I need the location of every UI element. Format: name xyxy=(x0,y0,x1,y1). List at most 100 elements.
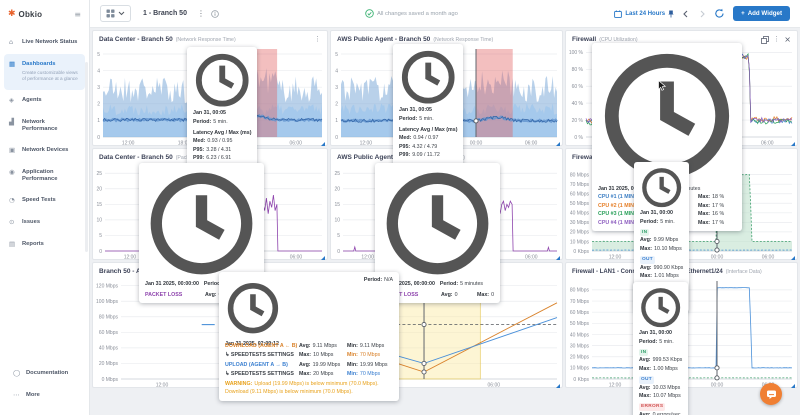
x-tick-label: 12:00 xyxy=(124,255,137,261)
y-tick-label: 60 Mbps xyxy=(570,310,590,316)
dashboard-menu-icon[interactable]: ⋮ xyxy=(197,9,205,18)
x-tick-label: 06:00 xyxy=(525,255,538,261)
refresh-button[interactable] xyxy=(714,8,725,19)
tooltip-label: Period: xyxy=(193,118,212,125)
tooltip-value: 70 Mbps xyxy=(359,351,381,358)
info-icon[interactable] xyxy=(211,9,219,18)
close-widget-icon[interactable]: × xyxy=(784,35,791,44)
chart-tooltip: Jan 31 2025, 02:09:12 Period: N/A DOWNLOAD… xyxy=(219,272,399,401)
restore-widget-icon[interactable] xyxy=(761,35,770,44)
dashboard-title: 1 - Branch 50 xyxy=(143,10,187,17)
resize-handle[interactable] xyxy=(791,384,795,388)
sidebar-item-documentation[interactable]: ◯ Documentation xyxy=(8,363,81,385)
y-tick-label: 10 xyxy=(334,218,340,224)
y-tick-label: 40 Mbps xyxy=(570,211,590,217)
tooltip-label: Med: xyxy=(193,138,206,145)
tooltip-value: 5 minutes xyxy=(460,281,484,288)
tooltip-label: Max: xyxy=(299,351,312,358)
sidebar-scrollbar[interactable] xyxy=(85,62,88,252)
sidebar-item-more[interactable]: ⋯ More xyxy=(8,385,81,407)
tooltip-label: Min: xyxy=(347,351,358,358)
widget-subtitle: (Network Response Time) xyxy=(175,36,236,43)
sidebar-item-network-devices[interactable]: ▣ Network Devices xyxy=(4,140,85,162)
sidebar-item-issues[interactable]: ⊙ Issues xyxy=(4,212,85,234)
clock-icon xyxy=(227,283,279,334)
sidebar-item-application-performance[interactable]: ◉ Application Performance xyxy=(4,162,85,190)
dashboard-layout-select[interactable] xyxy=(100,5,131,22)
speedtests-settings-link[interactable]: ↳ SPEEDTESTS SETTINGS xyxy=(225,351,295,359)
widget-response-time-datacenter: Data Center - Branch 50 (Network Respons… xyxy=(92,30,328,215)
y-tick-label: 40 Mbps xyxy=(570,332,590,338)
x-tick-label: 00:00 xyxy=(470,141,483,147)
tooltip-value: 70 Mbps xyxy=(359,370,381,377)
y-tick-label: 0 Kbps xyxy=(573,249,589,255)
sidebar-item-live-network-status[interactable]: ⌂ Live Network Status xyxy=(4,32,85,54)
y-tick-label: 2 xyxy=(97,102,100,108)
sidebar-collapse-icon[interactable]: ≡ xyxy=(74,10,81,19)
widget-menu-icon[interactable]: ⋮ xyxy=(314,36,321,43)
out-line xyxy=(592,287,793,369)
resize-handle[interactable] xyxy=(791,256,795,260)
tooltip-label: Max: xyxy=(640,245,653,252)
tooltip-value: 999.53 Kbps xyxy=(652,357,683,364)
sidebar-item-label: Reports xyxy=(22,240,44,247)
tooltip-label: Max: xyxy=(477,291,490,298)
chart-area: 0 %20 %40 %60 %80 %100 %12:0018:0000:000… xyxy=(566,43,797,232)
x-tick-label: 12:00 xyxy=(122,141,135,147)
sidebar-item-dashboards[interactable]: ▦ Dashboards Create customizable views o… xyxy=(4,53,85,90)
resize-handle[interactable] xyxy=(556,142,560,146)
y-tick-label: 60 Mbps xyxy=(570,192,590,198)
obkio-dashboard-app: ✱ Obkio ≡ ⌂ Live Network Status ▦ Dashbo… xyxy=(0,0,800,415)
next-period-button[interactable] xyxy=(698,10,706,18)
tooltip-label: Period: xyxy=(399,115,418,122)
errors-series-label: ERRORS xyxy=(639,402,666,411)
y-tick-label: 5 xyxy=(337,233,340,239)
chart-area: 01234512:0018:0000:0006:00 Jan 31, 00:05… xyxy=(331,44,562,212)
sidebar-item-network-performance[interactable]: ▟ Network Performance xyxy=(4,112,85,140)
tooltip-value: N/A xyxy=(384,277,393,283)
tooltip-value: 9.99 Mbps xyxy=(653,237,679,244)
resize-handle[interactable] xyxy=(321,142,325,146)
tooltip-value: 5 min. xyxy=(213,118,228,125)
resize-handle[interactable] xyxy=(556,256,560,260)
resize-handle[interactable] xyxy=(791,142,795,146)
y-tick-label: 4 xyxy=(335,68,338,74)
previous-period-button[interactable] xyxy=(682,10,690,18)
resize-handle[interactable] xyxy=(556,384,560,388)
y-tick-label: 60 % xyxy=(572,84,584,90)
reports-icon: ▤ xyxy=(9,239,16,248)
add-widget-button[interactable]: + Add Widget xyxy=(733,6,790,21)
cursor-marker xyxy=(421,369,427,375)
tooltip-label: Period: xyxy=(639,338,658,345)
x-tick-label: 06:00 xyxy=(525,141,538,147)
y-tick-label: 30 Mbps xyxy=(570,220,590,226)
chat-launcher-button[interactable] xyxy=(760,383,782,405)
widget-subtitle: (Network Response Time) xyxy=(433,36,494,43)
sidebar-item-agents[interactable]: ◈ Agents xyxy=(4,90,85,112)
resize-handle[interactable] xyxy=(321,256,325,260)
in-series-label: IN xyxy=(640,228,650,237)
widget-title: Firewall xyxy=(572,36,597,43)
y-tick-label: 70 Mbps xyxy=(570,182,590,188)
y-tick-label: 0 xyxy=(97,135,100,141)
download-series-label: DOWNLOAD (AGENT A ← B) xyxy=(225,343,298,350)
y-tick-label: 30 Mbps xyxy=(570,343,590,349)
sidebar-item-speed-tests[interactable]: ◔ Speed Tests xyxy=(4,190,85,212)
speedtests-settings-link[interactable]: ↳ SPEEDTESTS SETTINGS xyxy=(225,370,295,378)
tooltip-label: Avg: xyxy=(299,343,311,350)
sidebar-item-reports[interactable]: ▤ Reports xyxy=(4,234,85,256)
widget-firewall-cpu: Firewall (CPU Utilization) ⋮ × 0 % 20 % 40… xyxy=(565,30,798,232)
tooltip-heading: Latency Avg / Max (ms) xyxy=(193,129,252,136)
widget-title: Data Center - Branch 50 xyxy=(99,154,173,161)
widget-header[interactable]: Data Center - Branch 50 (Network Respons… xyxy=(93,31,327,46)
time-range-button[interactable]: Last 24 Hours xyxy=(614,9,674,18)
widget-menu-icon[interactable]: ⋮ xyxy=(773,36,780,43)
tooltip-label: Avg: xyxy=(640,237,652,244)
tooltip-value: 0 xyxy=(491,291,495,298)
y-tick-label: 25 xyxy=(96,171,102,177)
tooltip-heading: Latency Avg / Max (ms) xyxy=(399,126,458,133)
y-tick-label: 0 xyxy=(99,249,102,255)
x-tick-label: 12:00 xyxy=(609,255,622,261)
y-tick-label: 15 xyxy=(96,202,102,208)
tooltip-time: Jan 31, 00:00 xyxy=(640,210,673,217)
